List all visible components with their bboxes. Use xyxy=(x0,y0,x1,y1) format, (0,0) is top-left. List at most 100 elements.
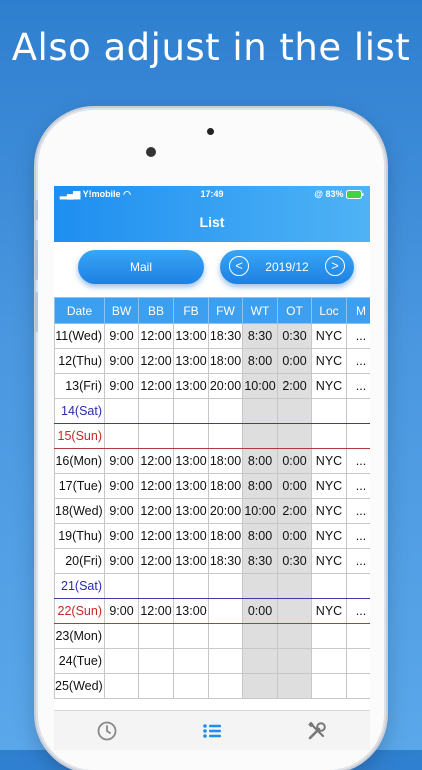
cell-ot[interactable]: 0:00 xyxy=(277,523,312,549)
cell-fw[interactable] xyxy=(208,573,243,599)
cell-fb[interactable] xyxy=(173,673,209,699)
cell-fw[interactable]: 18:30 xyxy=(208,323,243,349)
cell-wt[interactable]: 8:30 xyxy=(242,323,278,349)
cell-fb[interactable]: 13:00 xyxy=(173,598,209,624)
cell-bw[interactable] xyxy=(104,398,139,424)
cell-bb[interactable]: 12:00 xyxy=(138,323,174,349)
cell-fb[interactable]: 13:00 xyxy=(173,448,209,474)
cell-wt[interactable] xyxy=(242,398,278,424)
cell-wt[interactable] xyxy=(242,423,278,449)
cell-m[interactable]: ... xyxy=(346,523,370,549)
cell-m[interactable]: ... xyxy=(346,373,370,399)
cell-bb[interactable]: 12:00 xyxy=(138,348,174,374)
cell-bw[interactable]: 9:00 xyxy=(104,448,139,474)
cell-m[interactable]: ... xyxy=(346,448,370,474)
cell-wt[interactable]: 8:30 xyxy=(242,548,278,574)
cell-loc[interactable] xyxy=(311,673,347,699)
cell-fw[interactable] xyxy=(208,623,243,649)
table-row[interactable]: 18(Wed) 9:00 12:00 13:00 20:00 10:00 2:00 NYC..… xyxy=(54,498,370,524)
cell-wt[interactable]: 8:00 xyxy=(242,348,278,374)
cell-ot[interactable]: 2:00 xyxy=(277,373,312,399)
cell-wt[interactable]: 0:00 xyxy=(242,598,278,624)
cell-fb[interactable] xyxy=(173,423,209,449)
table-row[interactable]: 11(Wed) 9:00 12:00 13:00 18:30 8:30 0:30 NYC... xyxy=(54,323,370,349)
cell-wt[interactable]: 10:00 xyxy=(242,373,278,399)
cell-bb[interactable]: 12:00 xyxy=(138,598,174,624)
clock-icon[interactable] xyxy=(96,720,118,742)
tools-icon[interactable] xyxy=(306,720,328,742)
cell-m[interactable] xyxy=(346,423,370,449)
cell-wt[interactable]: 8:00 xyxy=(242,473,278,499)
table-row[interactable]: 17(Tue) 9:00 12:00 13:00 18:00 8:00 0:00 NYC... xyxy=(54,473,370,499)
list-icon[interactable] xyxy=(201,720,223,742)
cell-ot[interactable]: 2:00 xyxy=(277,498,312,524)
cell-fb[interactable]: 13:00 xyxy=(173,548,209,574)
cell-bb[interactable] xyxy=(138,398,174,424)
cell-fw[interactable]: 18:00 xyxy=(208,348,243,374)
cell-bw[interactable] xyxy=(104,623,139,649)
cell-bb[interactable]: 12:00 xyxy=(138,548,174,574)
cell-bb[interactable]: 12:00 xyxy=(138,498,174,524)
table-row[interactable]: 20(Fri) 9:00 12:00 13:00 18:30 8:30 0:30 NYC... xyxy=(54,548,370,574)
table-row[interactable]: 21(Sat) xyxy=(54,573,370,599)
cell-ot[interactable] xyxy=(277,648,312,674)
cell-fw[interactable]: 20:00 xyxy=(208,498,243,524)
cell-bw[interactable] xyxy=(104,573,139,599)
cell-ot[interactable] xyxy=(277,573,312,599)
cell-loc[interactable]: NYC xyxy=(311,323,347,349)
cell-fw[interactable] xyxy=(208,398,243,424)
cell-bb[interactable] xyxy=(138,623,174,649)
table-row[interactable]: 25(Wed) xyxy=(54,673,370,699)
cell-fb[interactable] xyxy=(173,623,209,649)
cell-bb[interactable] xyxy=(138,673,174,699)
cell-bb[interactable]: 12:00 xyxy=(138,473,174,499)
cell-wt[interactable]: 8:00 xyxy=(242,448,278,474)
cell-ot[interactable]: 0:00 xyxy=(277,473,312,499)
cell-loc[interactable]: NYC xyxy=(311,348,347,374)
cell-bw[interactable]: 9:00 xyxy=(104,373,139,399)
cell-m[interactable] xyxy=(346,573,370,599)
cell-ot[interactable]: 0:00 xyxy=(277,348,312,374)
cell-wt[interactable] xyxy=(242,673,278,699)
table-row[interactable]: 19(Thu) 9:00 12:00 13:00 18:00 8:00 0:00 NYC... xyxy=(54,523,370,549)
cell-fb[interactable]: 13:00 xyxy=(173,373,209,399)
cell-loc[interactable]: NYC xyxy=(311,523,347,549)
cell-fb[interactable]: 13:00 xyxy=(173,348,209,374)
cell-fb[interactable] xyxy=(173,648,209,674)
cell-wt[interactable] xyxy=(242,623,278,649)
cell-loc[interactable]: NYC xyxy=(311,598,347,624)
cell-ot[interactable] xyxy=(277,398,312,424)
cell-bb[interactable] xyxy=(138,573,174,599)
cell-bw[interactable] xyxy=(104,673,139,699)
cell-loc[interactable] xyxy=(311,573,347,599)
cell-ot[interactable] xyxy=(277,598,312,624)
cell-bw[interactable] xyxy=(104,423,139,449)
cell-ot[interactable] xyxy=(277,673,312,699)
cell-ot[interactable] xyxy=(277,423,312,449)
cell-loc[interactable] xyxy=(311,623,347,649)
cell-fw[interactable] xyxy=(208,423,243,449)
cell-m[interactable]: ... xyxy=(346,498,370,524)
cell-loc[interactable] xyxy=(311,398,347,424)
cell-wt[interactable] xyxy=(242,648,278,674)
cell-bw[interactable]: 9:00 xyxy=(104,473,139,499)
cell-fb[interactable]: 13:00 xyxy=(173,498,209,524)
cell-bw[interactable]: 9:00 xyxy=(104,548,139,574)
cell-fw[interactable]: 18:00 xyxy=(208,523,243,549)
cell-bb[interactable]: 12:00 xyxy=(138,373,174,399)
cell-m[interactable] xyxy=(346,398,370,424)
cell-fw[interactable] xyxy=(208,598,243,624)
cell-fw[interactable]: 18:00 xyxy=(208,473,243,499)
table-row[interactable]: 12(Thu) 9:00 12:00 13:00 18:00 8:00 0:00 NYC... xyxy=(54,348,370,374)
cell-m[interactable] xyxy=(346,623,370,649)
cell-fw[interactable]: 18:30 xyxy=(208,548,243,574)
cell-bb[interactable] xyxy=(138,648,174,674)
cell-loc[interactable] xyxy=(311,648,347,674)
cell-m[interactable]: ... xyxy=(346,348,370,374)
cell-bw[interactable]: 9:00 xyxy=(104,348,139,374)
cell-wt[interactable] xyxy=(242,573,278,599)
cell-loc[interactable]: NYC xyxy=(311,473,347,499)
cell-fw[interactable]: 20:00 xyxy=(208,373,243,399)
cell-m[interactable]: ... xyxy=(346,473,370,499)
mail-button[interactable]: Mail xyxy=(78,250,204,284)
